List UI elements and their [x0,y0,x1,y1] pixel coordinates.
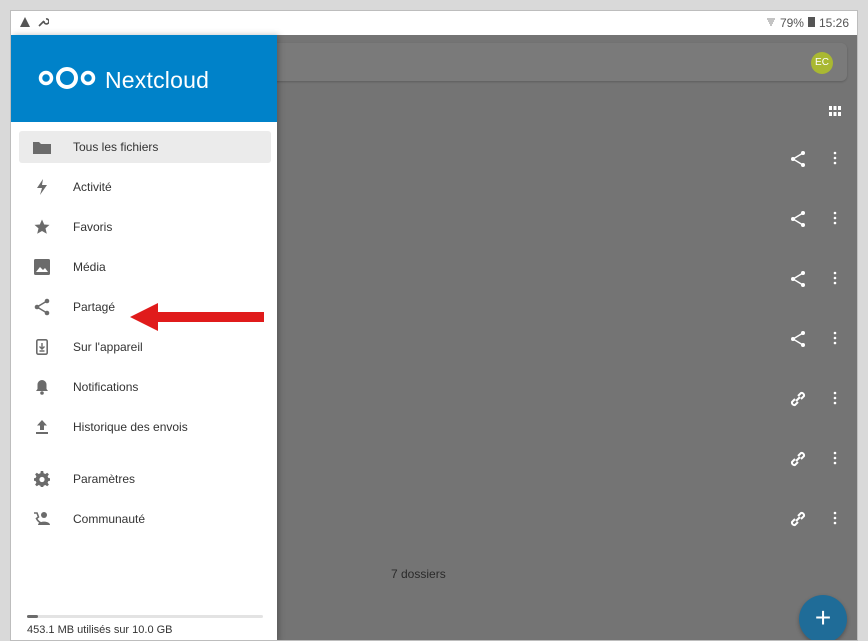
lightning-icon [31,176,53,198]
more-vertical-icon[interactable] [833,391,837,410]
battery-icon [807,16,815,30]
more-vertical-icon[interactable] [833,451,837,470]
more-vertical-icon[interactable] [833,511,837,530]
quota-bar [27,615,263,618]
nav-item-label: Historique des envois [73,420,188,434]
nav-item-activity[interactable]: Activité [19,171,271,203]
nav-item-media[interactable]: Média [19,251,271,283]
image-icon [31,256,53,278]
clock: 15:26 [818,16,849,30]
file-row-actions [781,267,851,293]
status-bar: 79% 15:26 [11,11,857,35]
nav-item-upload-history[interactable]: Historique des envois [19,411,271,443]
nav-item-label: Paramètres [73,472,136,486]
more-vertical-icon[interactable] [833,331,837,350]
warning-icon [19,16,31,31]
file-row-actions [781,327,851,353]
brand-name: Nextcloud [105,67,210,93]
nav-item-label: Communauté [73,512,146,526]
more-vertical-icon[interactable] [833,271,837,290]
nextcloud-logo: Nextcloud [37,65,209,96]
share-icon [31,296,53,318]
more-vertical-icon[interactable] [833,151,837,170]
upload-icon [31,416,53,438]
nav-item-label: Activité [73,180,112,194]
nav-item-notifications[interactable]: Notifications [19,371,271,403]
file-row-actions [781,387,851,413]
wrench-icon [37,16,50,31]
gear-icon [31,468,53,490]
avatar[interactable]: EC [811,52,833,74]
link-icon[interactable] [789,390,807,413]
link-icon[interactable] [789,510,807,533]
drawer-header: Nextcloud [11,35,277,122]
nav-item-label: Tous les fichiers [73,140,159,154]
quota-bar-fill [27,615,38,618]
file-row-actions [781,207,851,233]
community-icon [31,508,53,530]
star-icon [31,216,53,238]
file-row-actions [781,507,851,533]
folder-count-label: 7 dossiers [391,567,446,581]
grid-view-icon[interactable] [829,103,841,121]
nav-item-label: Notifications [73,380,139,394]
battery-percent: 79% [779,16,804,30]
share-icon[interactable] [789,330,807,353]
app: EC 7 dossiers + Nextcloud Tous les fichi… [11,35,857,640]
bell-icon [31,376,53,398]
signal-icon [766,16,776,30]
annotation-arrow-icon [130,302,266,337]
device-download-icon [31,336,53,358]
nav-item-label: Favoris [73,220,113,234]
share-icon[interactable] [789,210,807,233]
file-row-actions [781,447,851,473]
quota-text: 453.1 MB utilisés sur 10.0 GB [27,624,173,636]
nav-item-label: Média [73,260,106,274]
nextcloud-logo-icon [37,65,97,96]
more-vertical-icon[interactable] [833,211,837,230]
storage-quota: 453.1 MB utilisés sur 10.0 GB [27,615,263,636]
nav-item-community[interactable]: Communauté [19,503,271,535]
share-icon[interactable] [789,270,807,293]
nav-item-label: Sur l'appareil [73,340,143,354]
folder-icon [31,136,53,158]
nav-item-settings[interactable]: Paramètres [19,463,271,495]
link-icon[interactable] [789,450,807,473]
nav-item-favorites[interactable]: Favoris [19,211,271,243]
add-fab-button[interactable]: + [799,595,847,640]
navigation-drawer: Nextcloud Tous les fichiers Activité Fav… [11,35,277,640]
file-row-actions [781,147,851,173]
share-icon[interactable] [789,150,807,173]
nav-item-label: Partagé [73,300,116,314]
nav-item-all-files[interactable]: Tous les fichiers [19,131,271,163]
